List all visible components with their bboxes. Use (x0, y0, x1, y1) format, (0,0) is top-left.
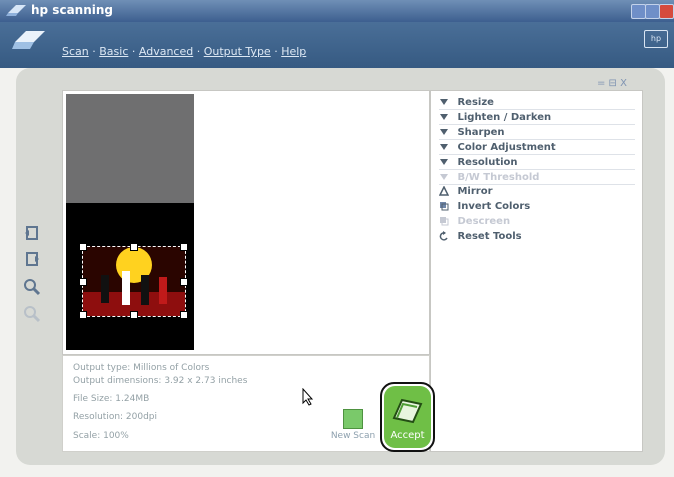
zoom-icon[interactable] (23, 278, 41, 296)
tool-label: Sharpen (457, 127, 505, 138)
tool-label: Invert Colors (457, 201, 531, 212)
hp-badge[interactable]: hp (644, 30, 668, 48)
mouse-pointer-icon (302, 388, 314, 406)
tool-label: Resize (457, 97, 494, 108)
hp-scan-icon (6, 5, 26, 16)
preview-unscanned-area (66, 94, 194, 203)
invert-icon (440, 202, 449, 211)
new-scan-button[interactable]: New Scan (330, 409, 376, 451)
triangle-down-icon (440, 159, 448, 165)
tool-label: Color Adjustment (457, 142, 556, 153)
tool-label: Reset Tools (457, 231, 522, 242)
panel-window-controls[interactable]: = ⊟ X (597, 78, 627, 89)
rotate-left-icon[interactable] (23, 224, 41, 242)
tool-color-adjustment[interactable]: Color Adjustment (439, 142, 635, 153)
title-bar: hp scanning (0, 0, 674, 22)
tool-invert-colors[interactable]: Invert Colors (439, 201, 635, 212)
edit-tools-panel: Resize Lighten / Darken Sharpen Color Ad… (430, 90, 643, 452)
scanner-icon (392, 398, 423, 424)
menu-output-type[interactable]: Output Type (204, 45, 271, 58)
divider (439, 154, 635, 155)
crop-handle[interactable] (180, 243, 188, 251)
tool-label: Mirror (457, 186, 493, 197)
mirror-icon (439, 186, 449, 196)
divider (439, 139, 635, 140)
divider (439, 124, 635, 125)
triangle-down-icon (440, 114, 448, 120)
crop-handle[interactable] (180, 278, 188, 286)
tool-reset-tools[interactable]: Reset Tools (439, 231, 635, 242)
app-header: Scan · Basic · Advanced · Output Type · … (0, 22, 674, 68)
menu-help[interactable]: Help (281, 45, 306, 58)
divider (439, 169, 635, 170)
triangle-down-icon (440, 174, 448, 180)
preview-scan-bed (66, 203, 194, 350)
selected-photo[interactable] (79, 243, 188, 319)
window-title: hp scanning (31, 3, 113, 17)
crop-handle[interactable] (180, 311, 188, 319)
tool-resize[interactable]: Resize (439, 97, 635, 108)
file-size-text: File Size: 1.24MB (73, 394, 150, 404)
output-dimensions-text: Output dimensions: 3.92 x 2.73 inches (73, 376, 248, 386)
crop-handle[interactable] (130, 243, 138, 251)
zoom-out-icon (24, 306, 41, 323)
tool-sharpen[interactable]: Sharpen (439, 127, 635, 138)
accept-button[interactable]: Accept (380, 382, 435, 452)
new-scan-icon (343, 409, 363, 429)
menu-scan[interactable]: Scan (62, 45, 89, 58)
divider (439, 109, 635, 110)
reset-icon (439, 231, 448, 241)
triangle-down-icon (440, 99, 448, 105)
scale-text: Scale: 100% (73, 431, 129, 441)
descreen-icon (440, 217, 449, 226)
accept-label: Accept (390, 430, 425, 441)
tool-label: Descreen (457, 216, 511, 227)
menu-basic[interactable]: Basic (99, 45, 128, 58)
resolution-text: Resolution: 200dpi (73, 412, 158, 422)
crop-handle[interactable] (130, 311, 138, 319)
output-type-text: Output type: Millions of Colors (73, 363, 210, 373)
tool-bw-threshold: B/W Threshold (439, 172, 635, 183)
menu-advanced[interactable]: Advanced (139, 45, 193, 58)
rotate-right-icon[interactable] (23, 250, 41, 268)
tool-resolution[interactable]: Resolution (439, 157, 635, 168)
crop-handle[interactable] (79, 278, 87, 286)
new-scan-label: New Scan (330, 431, 376, 441)
close-button[interactable] (659, 4, 674, 19)
tool-label: Resolution (457, 157, 518, 168)
triangle-down-icon (440, 129, 448, 135)
tool-descreen: Descreen (439, 216, 635, 227)
tool-label: Lighten / Darken (457, 112, 552, 123)
photo-image (83, 247, 185, 316)
crop-handle[interactable] (79, 243, 87, 251)
tool-lighten-darken[interactable]: Lighten / Darken (439, 112, 635, 123)
scan-preview (62, 90, 430, 355)
minimize-button[interactable] (631, 4, 646, 19)
triangle-down-icon (440, 144, 448, 150)
hp-logo-icon (12, 31, 45, 49)
menu-bar: Scan · Basic · Advanced · Output Type · … (62, 45, 307, 58)
tool-label: B/W Threshold (457, 172, 540, 183)
tool-mirror[interactable]: Mirror (439, 186, 635, 197)
maximize-button[interactable] (645, 4, 660, 19)
crop-handle[interactable] (79, 311, 87, 319)
divider (439, 184, 635, 185)
